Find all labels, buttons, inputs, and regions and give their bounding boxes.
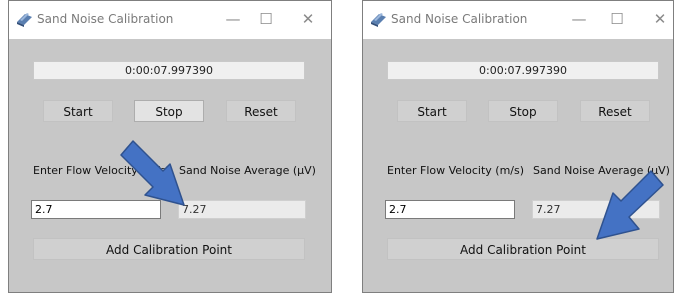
minimize-button[interactable]: — bbox=[219, 7, 247, 31]
title-bar[interactable]: Sand Noise Calibration — ☐ ✕ bbox=[363, 1, 673, 39]
app-icon bbox=[17, 13, 32, 27]
calibration-window-right: Sand Noise Calibration — ☐ ✕ 0:00:07.997… bbox=[362, 0, 674, 293]
app-icon bbox=[371, 13, 386, 27]
flow-velocity-label: Enter Flow Velocity (m/s) bbox=[387, 164, 525, 177]
stop-button[interactable]: Stop bbox=[488, 100, 558, 122]
add-calibration-point-button[interactable]: Add Calibration Point bbox=[33, 238, 305, 260]
elapsed-time-display: 0:00:07.997390 bbox=[33, 61, 305, 80]
maximize-button[interactable]: ☐ bbox=[603, 7, 631, 31]
close-button[interactable]: ✕ bbox=[294, 7, 322, 31]
window-title: Sand Noise Calibration bbox=[391, 12, 528, 26]
flow-velocity-input[interactable]: 2.7 bbox=[385, 200, 515, 219]
stop-button[interactable]: Stop bbox=[134, 100, 204, 122]
elapsed-time-display: 0:00:07.997390 bbox=[387, 61, 659, 80]
start-button[interactable]: Start bbox=[43, 100, 113, 122]
close-button[interactable]: ✕ bbox=[646, 7, 674, 31]
arrow-icon bbox=[596, 170, 664, 240]
reset-button[interactable]: Reset bbox=[226, 100, 296, 122]
sand-noise-average-field: 7.27 bbox=[178, 200, 306, 219]
reset-button[interactable]: Reset bbox=[580, 100, 650, 122]
start-button[interactable]: Start bbox=[397, 100, 467, 122]
minimize-button[interactable]: — bbox=[565, 7, 593, 31]
calibration-window-left: Sand Noise Calibration — ☐ ✕ 0:00:07.997… bbox=[8, 0, 332, 293]
arrow-icon bbox=[120, 140, 185, 206]
sand-noise-average-label: Sand Noise Average (µV) bbox=[179, 164, 316, 177]
title-bar[interactable]: Sand Noise Calibration — ☐ ✕ bbox=[9, 1, 331, 39]
maximize-button[interactable]: ☐ bbox=[252, 7, 280, 31]
window-title: Sand Noise Calibration bbox=[37, 12, 174, 26]
